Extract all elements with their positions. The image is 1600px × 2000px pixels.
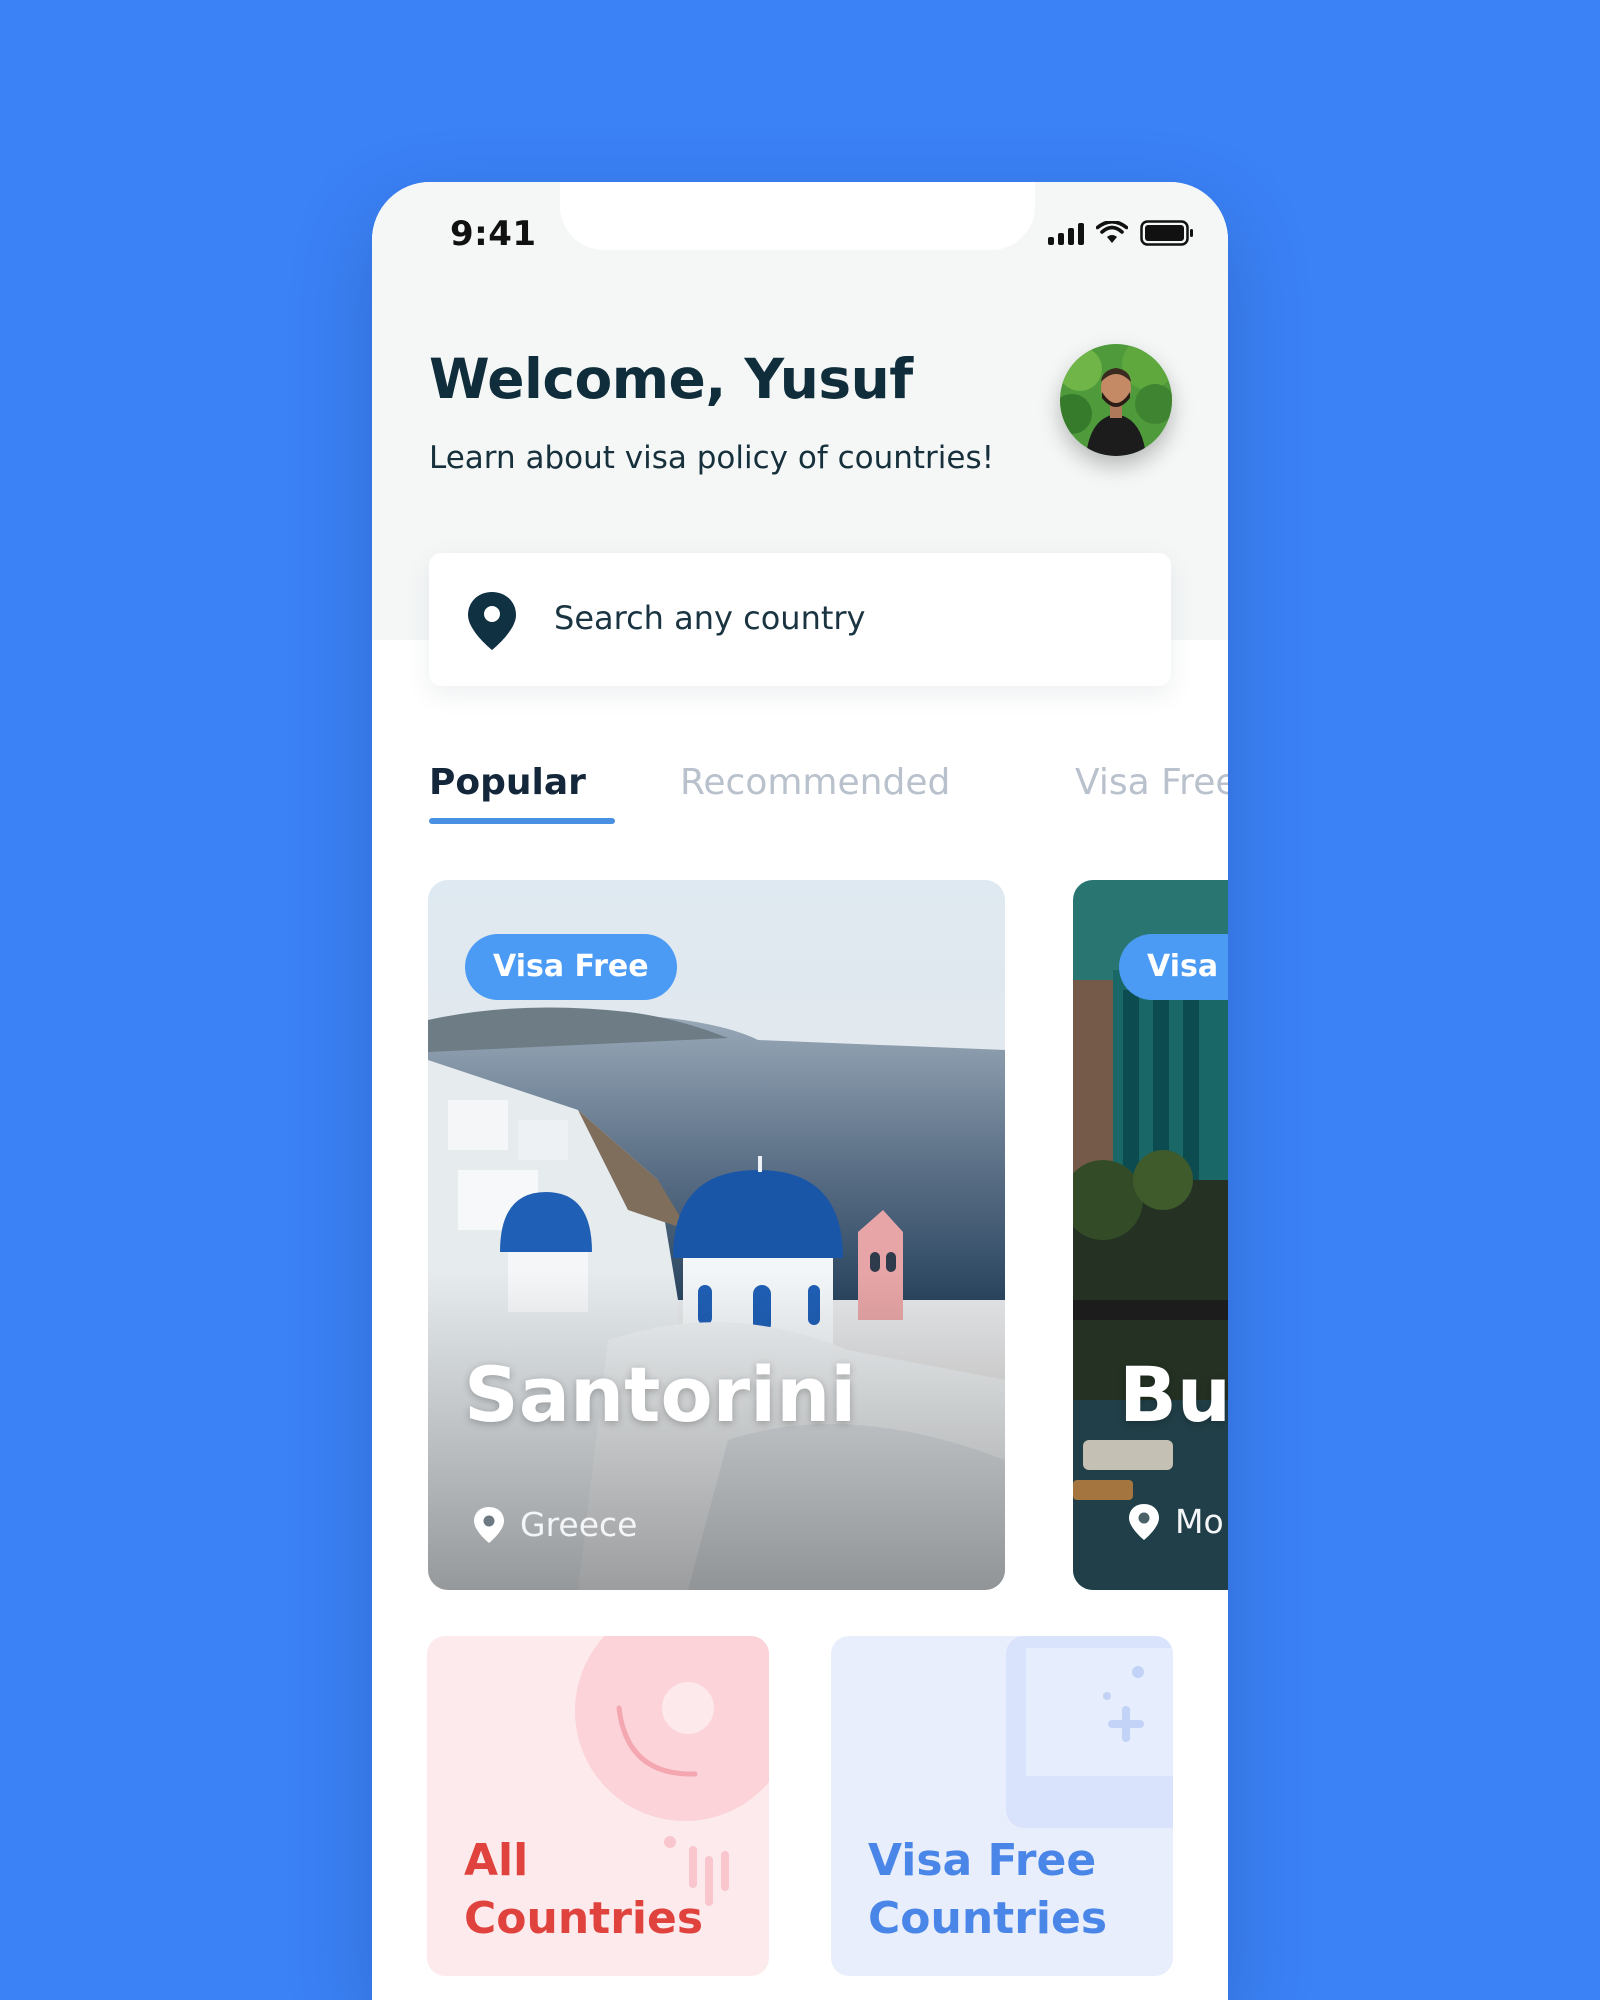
tab-visa-free[interactable]: Visa Free [1075, 762, 1228, 803]
location-pin-icon [468, 592, 516, 650]
search-bar[interactable]: Search any country [429, 553, 1171, 686]
visa-free-badge: Visa F [1119, 934, 1228, 1000]
phone-screen: 9:41 Welcome, Yusuf Learn about visa pol… [372, 182, 1228, 2000]
tile-label-line1: Visa Free [868, 1835, 1097, 1886]
destination-title: Santorini [464, 1350, 857, 1439]
battery-icon [1140, 220, 1193, 246]
status-icons [1048, 220, 1194, 246]
location-label: Greece [520, 1505, 638, 1544]
destination-location: Mo [1127, 1502, 1224, 1541]
tile-label-line1: All [464, 1835, 529, 1886]
tile-label: All Countries [464, 1832, 703, 1948]
location-pin-icon [474, 1506, 504, 1543]
avatar[interactable] [1060, 344, 1172, 456]
active-tab-indicator [429, 818, 615, 824]
search-input[interactable]: Search any country [554, 599, 865, 637]
visa-free-countries-tile[interactable]: Visa Free Countries [831, 1636, 1173, 1976]
welcome-title: Welcome, Yusuf [429, 347, 913, 411]
destination-card-next[interactable]: Visa F Bu Mo [1073, 880, 1228, 1590]
welcome-subtitle: Learn about visa policy of countries! [429, 440, 995, 476]
tab-recommended[interactable]: Recommended [680, 762, 950, 803]
status-time: 9:41 [450, 214, 537, 254]
tab-popular[interactable]: Popular [429, 762, 586, 803]
destination-title: Bu [1119, 1350, 1228, 1439]
device-notch [560, 182, 1035, 250]
tile-label: Visa Free Countries [868, 1832, 1107, 1948]
visa-free-badge: Visa Free [465, 934, 677, 1000]
wifi-icon [1096, 221, 1128, 243]
location-pin-icon [1129, 1503, 1159, 1540]
tile-label-line2: Countries [464, 1893, 704, 1944]
cellular-signal-icon [1048, 221, 1084, 245]
destination-location: Greece [472, 1505, 637, 1544]
tile-label-line2: Countries [868, 1893, 1108, 1944]
destination-card-santorini[interactable]: Visa Free Santorini Greece [428, 880, 1005, 1590]
all-countries-tile[interactable]: All Countries [427, 1636, 769, 1976]
location-label: Mo [1175, 1502, 1224, 1541]
